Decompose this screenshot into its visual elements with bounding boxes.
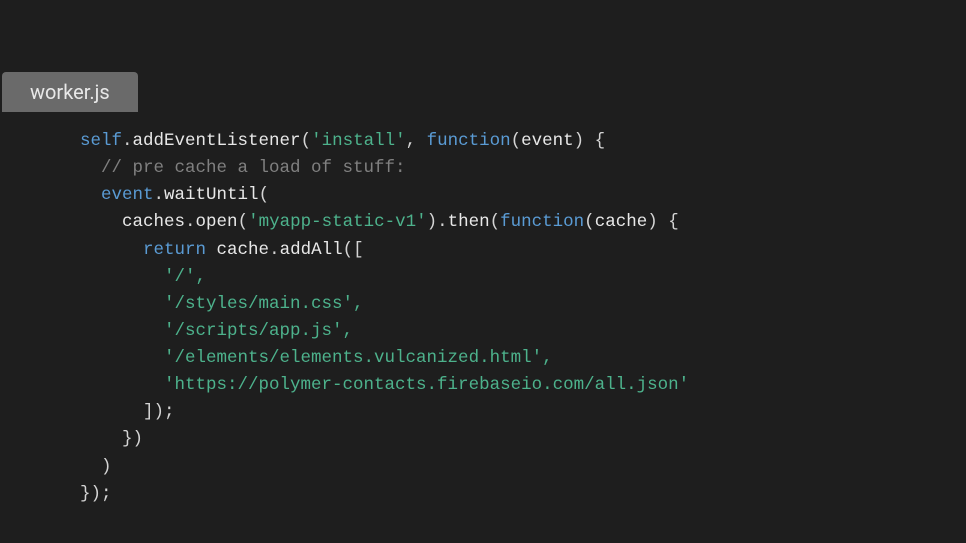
code-token: ) [80,457,112,477]
code-token: return [143,240,206,260]
code-comment: // pre cache a load of stuff: [80,158,406,178]
code-token: event [521,131,574,151]
code-token: ) { [647,212,679,232]
code-token: cache [217,240,270,260]
code-token: 'myapp-static-v1' [248,212,427,232]
code-token: ( [238,212,249,232]
code-token: ( [301,131,312,151]
code-token: }) [80,429,143,449]
code-token: then [448,212,490,232]
tab-bar: worker.js [2,72,138,112]
code-string: 'https://polymer-contacts.firebaseio.com… [80,375,689,395]
code-token: }); [80,484,112,504]
code-token: event [101,185,154,205]
code-token: cache [595,212,648,232]
code-token [80,240,143,260]
code-token: . [154,185,165,205]
code-token: ([ [343,240,364,260]
file-tab[interactable]: worker.js [2,72,138,112]
code-token: waitUntil [164,185,259,205]
code-token: function [427,131,511,151]
code-string: '/scripts/app.js', [80,321,353,341]
code-string: '/styles/main.css', [80,294,364,314]
tab-filename: worker.js [30,80,110,104]
code-token: , [406,131,427,151]
code-token: . [185,212,196,232]
code-token: open [196,212,238,232]
code-token: ). [427,212,448,232]
code-string: '/elements/elements.vulcanized.html', [80,348,553,368]
code-token: ) { [574,131,606,151]
code-token: ( [259,185,270,205]
code-token: caches [122,212,185,232]
code-token: . [122,131,133,151]
code-token: ]); [80,402,175,422]
code-token: addEventListener [133,131,301,151]
code-token: function [500,212,584,232]
code-token: ( [511,131,522,151]
code-token: ( [584,212,595,232]
code-token: self [80,131,122,151]
code-token: ( [490,212,501,232]
code-token [206,240,217,260]
code-string: '/', [80,267,206,287]
code-editor[interactable]: self.addEventListener('install', functio… [80,128,689,508]
code-token: addAll [280,240,343,260]
code-token: . [269,240,280,260]
code-token [80,185,101,205]
code-token: 'install' [311,131,406,151]
code-token [80,212,122,232]
